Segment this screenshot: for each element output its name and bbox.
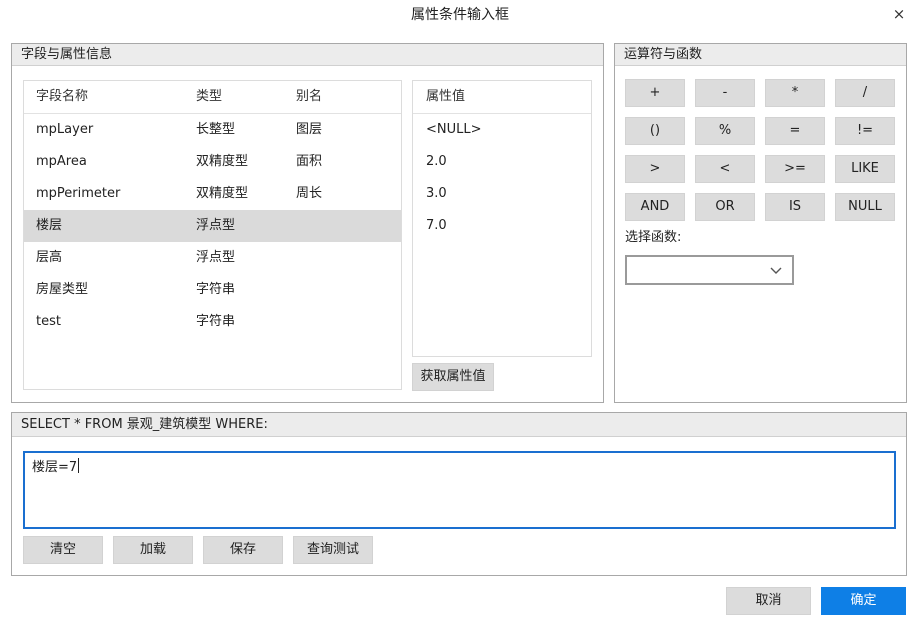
- query-test-button[interactable]: 查询测试: [293, 536, 373, 564]
- value-item[interactable]: 3.0: [413, 178, 591, 210]
- operator-parentheses-button[interactable]: (): [625, 117, 685, 145]
- chevron-down-icon: [770, 267, 782, 274]
- operator-plus-button[interactable]: +: [625, 79, 685, 107]
- operator-greater-than-button[interactable]: >: [625, 155, 685, 183]
- cell-alias: 图层: [296, 122, 323, 137]
- save-button[interactable]: 保存: [203, 536, 283, 564]
- operators-panel-title: 运算符与函数: [615, 44, 906, 66]
- table-row[interactable]: test 字符串: [24, 306, 401, 338]
- field-table: 字段名称 类型 别名 mpLayer 长整型 图层 mpArea 双精度型 面积 mpPer…: [23, 80, 402, 390]
- operator-divide-button[interactable]: /: [835, 79, 895, 107]
- operator-minus-button[interactable]: -: [695, 79, 755, 107]
- cell-name: 楼层: [36, 218, 63, 233]
- column-header-alias: 别名: [296, 89, 323, 104]
- operators-panel: 运算符与函数 + - * / ()% = != > < >= LIKE AND OR IS NULL 选择函…: [614, 43, 907, 403]
- column-header-name: 字段名称: [36, 89, 89, 104]
- sql-panel: SELECT * FROM 景观_建筑模型 WHERE: 楼层=7 清空 加载 …: [11, 412, 907, 576]
- table-row[interactable]: 楼层 浮点型: [24, 210, 401, 242]
- table-row[interactable]: mpPerimeter 双精度型 周长: [24, 178, 401, 210]
- sql-expression-text: 楼层=7: [32, 460, 78, 475]
- ok-button[interactable]: 确定: [821, 587, 906, 615]
- fields-panel: 字段与属性信息 字段名称 类型 别名 mpLayer 长整型 图层 mpArea 双精度…: [11, 43, 604, 403]
- dialog-title: 属性条件输入框: [411, 7, 509, 23]
- operator-modulo-button[interactable]: %: [695, 117, 755, 145]
- function-label: 选择函数:: [625, 230, 682, 245]
- function-select[interactable]: [625, 255, 794, 285]
- operator-is-button[interactable]: IS: [765, 193, 825, 221]
- cell-type: 字符串: [196, 314, 236, 329]
- cell-type: 双精度型: [196, 186, 249, 201]
- cell-name: 层高: [36, 250, 63, 265]
- get-values-button[interactable]: 获取属性值: [412, 363, 494, 391]
- load-button[interactable]: 加载: [113, 536, 193, 564]
- cancel-button[interactable]: 取消: [726, 587, 811, 615]
- cell-name: 房屋类型: [36, 282, 89, 297]
- cell-alias: 面积: [296, 154, 323, 169]
- value-text: <NULL>: [426, 122, 482, 137]
- table-row[interactable]: mpLayer 长整型 图层: [24, 114, 401, 146]
- table-row[interactable]: 房屋类型 字符串: [24, 274, 401, 306]
- table-row[interactable]: mpArea 双精度型 面积: [24, 146, 401, 178]
- close-icon[interactable]: ×: [888, 4, 910, 26]
- value-text: 3.0: [426, 186, 447, 201]
- cell-type: 字符串: [196, 282, 236, 297]
- fields-panel-title: 字段与属性信息: [12, 44, 603, 66]
- value-item[interactable]: 7.0: [413, 210, 591, 242]
- clear-button[interactable]: 清空: [23, 536, 103, 564]
- operator-null-button[interactable]: NULL: [835, 193, 895, 221]
- cell-name: mpLayer: [36, 122, 94, 137]
- operator-equals-button[interactable]: =: [765, 117, 825, 145]
- cell-alias: 周长: [296, 186, 323, 201]
- operator-not-equals-button[interactable]: !=: [835, 117, 895, 145]
- value-list-header: 属性值: [426, 89, 466, 104]
- operator-like-button[interactable]: LIKE: [835, 155, 895, 183]
- sql-panel-title: SELECT * FROM 景观_建筑模型 WHERE:: [12, 413, 906, 437]
- cell-name: test: [36, 314, 61, 329]
- cell-name: mpPerimeter: [36, 186, 121, 201]
- operator-and-button[interactable]: AND: [625, 193, 685, 221]
- sql-expression-input[interactable]: 楼层=7: [23, 451, 896, 529]
- operator-greater-equal-button[interactable]: >=: [765, 155, 825, 183]
- cell-type: 浮点型: [196, 250, 236, 265]
- value-text: 2.0: [426, 154, 447, 169]
- operator-or-button[interactable]: OR: [695, 193, 755, 221]
- cell-type: 双精度型: [196, 154, 249, 169]
- text-caret: [78, 458, 80, 473]
- cell-type: 浮点型: [196, 218, 236, 233]
- value-item[interactable]: <NULL>: [413, 114, 591, 146]
- cell-name: mpArea: [36, 154, 87, 169]
- value-item[interactable]: 2.0: [413, 146, 591, 178]
- operator-multiply-button[interactable]: *: [765, 79, 825, 107]
- value-list: 属性值 <NULL> 2.0 3.0 7.0: [412, 80, 592, 357]
- column-header-type: 类型: [196, 89, 223, 104]
- value-text: 7.0: [426, 218, 447, 233]
- cell-type: 长整型: [196, 122, 236, 137]
- table-row[interactable]: 层高 浮点型: [24, 242, 401, 274]
- operator-less-than-button[interactable]: <: [695, 155, 755, 183]
